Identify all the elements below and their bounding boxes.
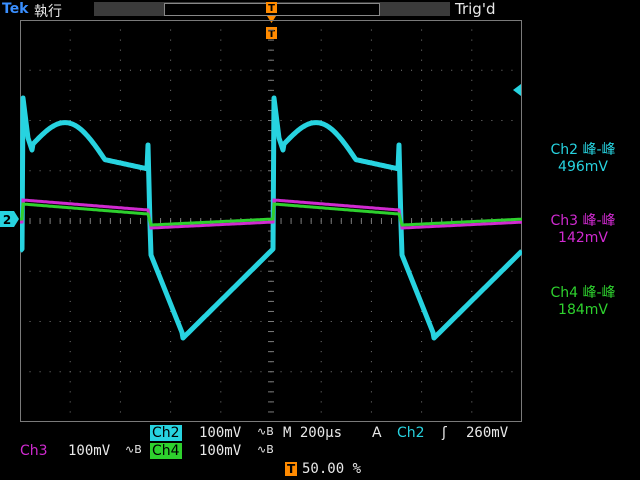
measurement-ch3-value: 142mV — [558, 230, 608, 246]
ch4-indicator[interactable]: Ch4 — [150, 443, 182, 459]
trigger-position-readout: 50.00 % — [302, 461, 362, 477]
measurement-ch4: Ch4 峰-峰 184mV — [528, 285, 638, 319]
ch4-scale: 100mV — [199, 443, 242, 459]
ch2-ground-marker[interactable]: 2 — [0, 211, 20, 227]
trigger-slope-icon: ʃ — [442, 425, 447, 441]
brand-logo: Tek — [2, 1, 29, 17]
waveform-graticule — [20, 20, 522, 422]
timebase-readout: M 200µs — [283, 425, 343, 441]
trigger-position-icon: T — [285, 462, 298, 476]
ch3-scale: 100mV — [68, 443, 111, 459]
trigger-level-arrow[interactable] — [512, 84, 522, 96]
ch2-scale: 100mV — [199, 425, 242, 441]
measurement-ch3-label: Ch3 峰-峰 — [550, 213, 616, 229]
measurement-ch4-value: 184mV — [558, 302, 608, 318]
trigger-level-readout: 260mV — [466, 425, 509, 441]
trigger-source: Ch2 — [397, 425, 425, 441]
trigger-status: Trig'd — [455, 0, 496, 18]
measurement-ch4-label: Ch4 峰-峰 — [550, 285, 616, 301]
trigger-marker-top-text: T — [268, 3, 275, 14]
ch2-marker-label: 2 — [3, 213, 11, 227]
ch3-indicator[interactable]: Ch3 — [18, 443, 50, 459]
measurement-ch2-label: Ch2 峰-峰 — [550, 142, 616, 158]
trigger-mode: A — [372, 425, 382, 441]
ch2-indicator[interactable]: Ch2 — [150, 425, 182, 441]
ch3-bandwidth-icon: ∿B — [125, 443, 142, 456]
measurement-ch2-value: 496mV — [558, 159, 608, 175]
top-status-bar: Tek 執行 Trig'd — [0, 0, 640, 20]
run-mode-label: 執行 — [34, 4, 62, 20]
measurement-ch3: Ch3 峰-峰 142mV — [528, 213, 638, 247]
ch4-bandwidth-icon: ∿B — [257, 443, 274, 456]
oscilloscope-screen: Tek 執行 Trig'd T T 2 Ch2 峰-峰 496mV Ch3 峰-… — [0, 0, 640, 480]
measurement-ch2: Ch2 峰-峰 496mV — [528, 142, 638, 176]
ch2-bandwidth-icon: ∿B — [257, 425, 274, 438]
